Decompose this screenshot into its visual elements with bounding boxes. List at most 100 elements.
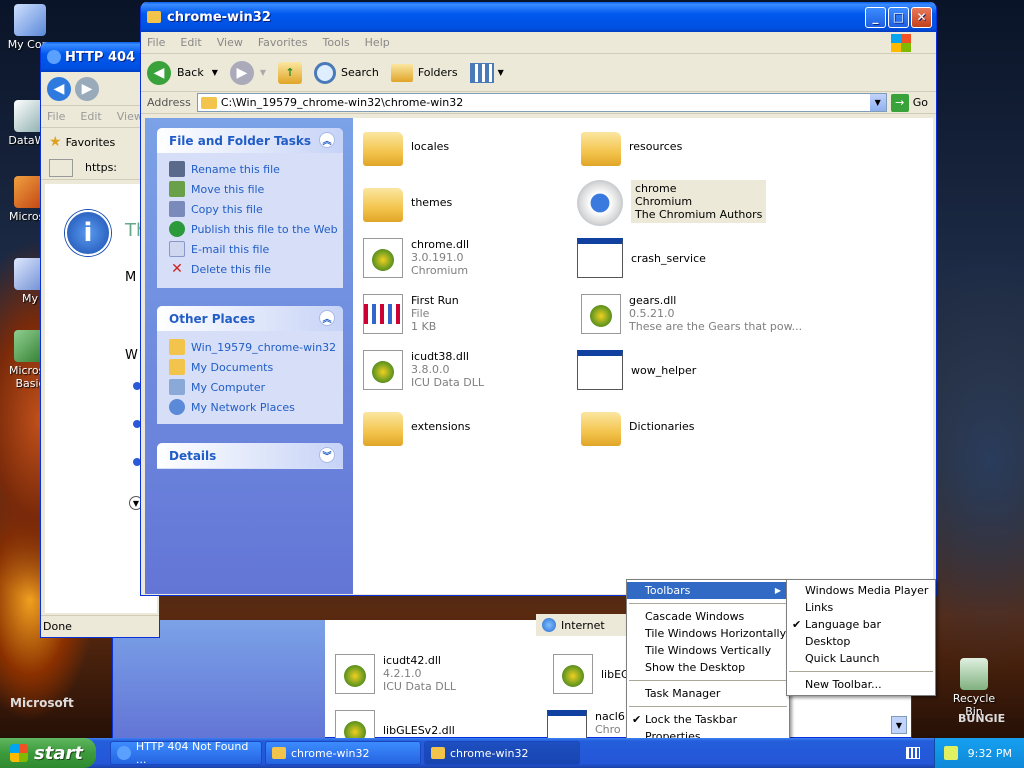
- menu-toolbars[interactable]: Toolbars ▶: [627, 582, 789, 599]
- place-my-computer[interactable]: My Computer: [157, 377, 343, 397]
- taskbar[interactable]: start HTTP 404 Not Found ... chrome-win3…: [0, 738, 1024, 768]
- file-item-themes[interactable]: themes: [363, 182, 452, 222]
- network-icon: [169, 399, 185, 415]
- file-item-chrome-dll[interactable]: chrome.dll 3.0.191.0 Chromium: [363, 238, 469, 278]
- file-item-icudt38[interactable]: icudt38.dll 3.8.0.0 ICU Data DLL: [363, 350, 484, 390]
- menu-separator: [629, 680, 787, 681]
- task-ie[interactable]: HTTP 404 Not Found ...: [110, 740, 262, 766]
- file-item-resources[interactable]: resources: [581, 126, 682, 166]
- other-places-panel: Other Places ︽ Win_19579_chrome-win32 My…: [157, 306, 343, 424]
- file-item-first-run[interactable]: First Run File 1 KB: [363, 294, 459, 334]
- back-arrow-icon[interactable]: ◀: [47, 76, 71, 101]
- ie-tab[interactable]: https:: [85, 161, 117, 174]
- desktop-icon-recycle-bin[interactable]: Recycle Bin: [944, 658, 1004, 718]
- menu-show-desktop[interactable]: Show the Desktop: [627, 659, 789, 676]
- menu-tile-horizontally[interactable]: Tile Windows Horizontally: [627, 625, 789, 642]
- place-my-documents[interactable]: My Documents: [157, 357, 343, 377]
- folder-title-icon: [147, 11, 161, 23]
- dropdown-arrow-icon[interactable]: ▼: [212, 68, 218, 77]
- task-rename[interactable]: Rename this file: [157, 159, 343, 179]
- menu-help[interactable]: Help: [365, 36, 390, 49]
- collapse-chevron-icon[interactable]: ︽: [319, 132, 335, 148]
- checkmark-icon: ✔: [632, 713, 642, 726]
- menu-tile-vertically[interactable]: Tile Windows Vertically: [627, 642, 789, 659]
- task-delete[interactable]: ✕ Delete this file: [157, 259, 343, 279]
- ie-icon: [117, 746, 131, 760]
- file-item-locales[interactable]: locales: [363, 126, 449, 166]
- file-item-icudt42[interactable]: icudt42.dll 4.2.1.0 ICU Data DLL: [335, 654, 456, 694]
- address-dropdown-icon[interactable]: ▼: [869, 94, 886, 111]
- task-email[interactable]: E-mail this file: [157, 239, 343, 259]
- menu-view[interactable]: View: [117, 110, 143, 123]
- file-item-chrome[interactable]: chrome Chromium The Chromium Authors: [577, 180, 767, 226]
- collapse-chevron-icon[interactable]: ︽: [319, 310, 335, 326]
- file-item-libegl[interactable]: libEGL: [553, 654, 636, 694]
- menu-cascade-windows[interactable]: Cascade Windows: [627, 608, 789, 625]
- file-item-gears-dll[interactable]: gears.dll 0.5.21.0 These are the Gears tha…: [581, 294, 802, 334]
- task-explorer-2[interactable]: chrome-win32: [424, 741, 580, 765]
- file-item-extensions[interactable]: extensions: [363, 406, 470, 446]
- toolbar-links[interactable]: Links: [787, 599, 935, 616]
- keyboard-icon[interactable]: [906, 747, 920, 759]
- publish-web-icon: [169, 221, 185, 237]
- dll-icon: [335, 654, 375, 694]
- favorites-button[interactable]: Favorites: [66, 136, 116, 149]
- back-button[interactable]: ◀ Back ▼: [147, 60, 218, 85]
- menu-file[interactable]: File: [47, 110, 65, 123]
- explorer-toolbar: ◀ Back ▼ ▶ ▼ ↑ Search Folders ▼: [141, 54, 936, 92]
- task-pane: File and Folder Tasks ︽ Rename this file…: [145, 118, 353, 594]
- place-parent-folder[interactable]: Win_19579_chrome-win32: [157, 337, 343, 357]
- tab-grid-icon[interactable]: [49, 158, 73, 177]
- menu-favorites[interactable]: Favorites: [258, 36, 308, 49]
- search-button[interactable]: Search: [314, 61, 379, 84]
- folder-icon: [272, 747, 286, 759]
- menu-edit[interactable]: Edit: [180, 36, 201, 49]
- task-explorer-1[interactable]: chrome-win32: [265, 741, 421, 765]
- go-button[interactable]: → Go: [890, 93, 928, 112]
- menu-view[interactable]: View: [217, 36, 243, 49]
- file-item-crash-service[interactable]: crash_service: [577, 238, 706, 278]
- scroll-down-button[interactable]: ▼: [891, 716, 907, 734]
- bungie-brand-text: BUNGIE: [958, 712, 1006, 725]
- toolbar-desktop[interactable]: Desktop: [787, 633, 935, 650]
- clock[interactable]: 9:32 PM: [968, 747, 1012, 760]
- explorer-window[interactable]: chrome-win32 _ □ ✕ File Edit View Favori…: [140, 2, 937, 596]
- start-button[interactable]: start: [0, 738, 96, 768]
- expand-chevron-icon[interactable]: ︾: [319, 447, 335, 463]
- menu-edit[interactable]: Edit: [80, 110, 101, 123]
- copy-icon: [169, 201, 185, 217]
- task-move[interactable]: Move this file: [157, 179, 343, 199]
- back-arrow-icon: ◀: [147, 60, 171, 85]
- file-item-wow-helper[interactable]: wow_helper: [577, 350, 696, 390]
- submenu-arrow-icon: ▶: [774, 586, 781, 595]
- tray-app-icon[interactable]: [943, 746, 958, 760]
- email-icon: [169, 241, 185, 257]
- exe-icon: [577, 350, 623, 390]
- toolbar-windows-media-player[interactable]: Windows Media Player: [787, 582, 935, 599]
- minimize-button[interactable]: _: [865, 6, 886, 28]
- task-copy[interactable]: Copy this file: [157, 199, 343, 219]
- menu-file[interactable]: File: [147, 36, 165, 49]
- ie-status-bar: Done: [41, 615, 159, 637]
- address-input[interactable]: C:\Win_19579_chrome-win32\chrome-win32 ▼: [196, 93, 887, 112]
- place-network[interactable]: My Network Places: [157, 397, 343, 417]
- search-icon: [314, 61, 337, 84]
- details-panel: Details ︾: [157, 443, 343, 469]
- task-publish[interactable]: Publish this file to the Web: [157, 219, 343, 239]
- toolbar-quick-launch[interactable]: Quick Launch: [787, 650, 935, 667]
- menu-lock-taskbar[interactable]: ✔ Lock the Taskbar: [627, 711, 789, 728]
- menu-tools[interactable]: Tools: [323, 36, 350, 49]
- explorer-title-bar[interactable]: chrome-win32 _ □ ✕: [141, 2, 936, 32]
- maximize-button[interactable]: □: [888, 6, 909, 28]
- views-icon: [469, 62, 494, 83]
- toolbar-new-toolbar[interactable]: New Toolbar...: [787, 676, 935, 693]
- menu-task-manager[interactable]: Task Manager: [627, 685, 789, 702]
- folders-button[interactable]: Folders: [390, 63, 458, 82]
- forward-arrow-icon[interactable]: ▶: [75, 76, 99, 101]
- toolbar-language-bar[interactable]: ✔ Language bar: [787, 616, 935, 633]
- forward-button[interactable]: ▶ ▼: [229, 60, 266, 85]
- up-folder-button[interactable]: ↑: [278, 61, 303, 84]
- close-button[interactable]: ✕: [911, 6, 932, 28]
- views-button[interactable]: ▼: [469, 62, 504, 83]
- file-item-dictionaries[interactable]: Dictionaries: [581, 406, 694, 446]
